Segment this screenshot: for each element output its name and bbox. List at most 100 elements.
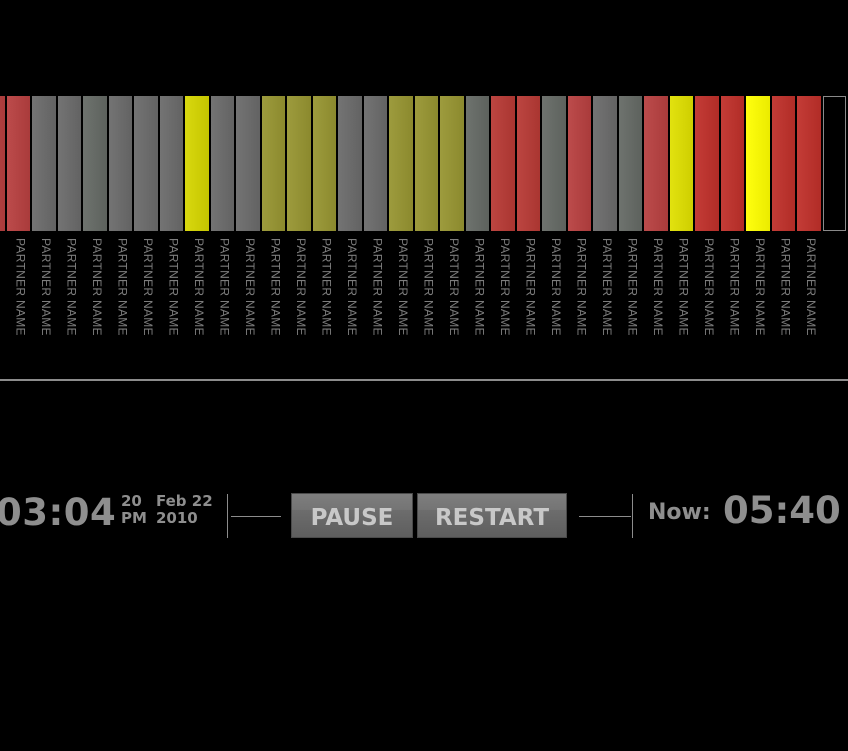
partner-status-bar[interactable] [159, 96, 183, 231]
partner-name-cell: PARTNER NAME [58, 238, 82, 356]
partner-name-cell: PARTNER NAME [287, 238, 311, 356]
month-year: Feb 22 2010 [156, 493, 213, 527]
partner-name-cell: PARTNER NAME [389, 238, 413, 356]
partner-name-cell: PARTNER NAME [542, 238, 566, 356]
partner-name-cell: PARTNER NAME [797, 238, 821, 356]
partner-status-bar[interactable] [287, 96, 311, 231]
partner-name-label: PARTNER NAME [268, 238, 283, 336]
partner-name-label: PARTNER NAME [625, 238, 640, 336]
partner-status-bar[interactable] [720, 96, 744, 231]
partner-status-bar[interactable] [669, 96, 693, 231]
left-separator [227, 494, 228, 538]
partner-status-bar[interactable] [32, 96, 56, 231]
now-label: Now: [648, 500, 711, 525]
partner-status-bar[interactable] [695, 96, 719, 231]
partner-status-bar[interactable] [389, 96, 413, 231]
partner-status-bar[interactable] [516, 96, 540, 231]
partner-status-bar[interactable] [0, 96, 5, 231]
playback-time: 03:04 [0, 491, 117, 534]
partner-name-label: PARTNER NAME [396, 238, 410, 336]
partner-name-label: PARTNER NAME [447, 238, 461, 336]
partner-status-bar[interactable] [210, 96, 234, 231]
partner-name-label: PARTNER NAME [217, 238, 232, 336]
partner-status-bar[interactable] [644, 96, 668, 231]
partner-status-bar[interactable] [261, 96, 285, 231]
playback-year: 2010 [156, 509, 198, 527]
partner-status-bar[interactable] [134, 96, 158, 231]
playback-seconds: 20 [121, 492, 142, 510]
partner-name-label: PARTNER NAME [294, 238, 308, 336]
partner-status-bar[interactable] [567, 96, 591, 231]
partner-status-bar[interactable] [6, 96, 30, 231]
partner-name-cell: PARTNER NAME [695, 238, 719, 356]
partner-name-label: PARTNER NAME [13, 238, 28, 336]
partner-name-cell: PARTNER NAME [517, 238, 541, 356]
partner-name-label: PARTNER NAME [523, 238, 538, 336]
partner-status-bar[interactable] [338, 96, 362, 231]
partner-name-label: PARTNER NAME [90, 238, 104, 336]
partner-name-label: PARTNER NAME [498, 238, 512, 336]
partner-name-label: PARTNER NAME [370, 238, 385, 336]
partner-name-label: PARTNER NAME [600, 238, 614, 336]
partner-status-bar[interactable] [236, 96, 260, 231]
partner-status-bar[interactable] [593, 96, 617, 231]
partner-name-cell: PARTNER NAME [670, 238, 694, 356]
partner-name-cell: PARTNER NAME [440, 238, 464, 356]
partner-status-bar[interactable] [542, 96, 566, 231]
partner-name-label: PARTNER NAME [192, 238, 206, 336]
partner-name-cell: PARTNER NAME [7, 238, 31, 356]
partner-name-cell: PARTNER NAME [772, 238, 796, 356]
partner-name-cell: PARTNER NAME [644, 238, 668, 356]
pause-button[interactable]: PAUSE [291, 493, 413, 538]
partner-name-cell: PARTNER NAME [364, 238, 388, 356]
partner-status-bar[interactable] [185, 96, 209, 231]
partner-name-cell: PARTNER NAME [32, 238, 56, 356]
playback-month-day: Feb 22 [156, 492, 213, 510]
partner-name-row: PARTNER NAME PARTNER NAME PARTNER NAME PART… [0, 238, 846, 356]
partner-name-cell: PARTNER NAME [338, 238, 362, 356]
partner-name-cell: PARTNER NAME [746, 238, 770, 356]
partner-name-cell: PARTNER NAME [134, 238, 158, 356]
partner-name-cell [823, 238, 847, 356]
partner-name-cell: PARTNER NAME [262, 238, 286, 356]
partner-status-bar[interactable] [108, 96, 132, 231]
partner-status-bar[interactable] [312, 96, 336, 231]
partner-name-label: PARTNER NAME [676, 238, 691, 336]
now-time: 05:40 [723, 489, 841, 532]
partner-name-cell: PARTNER NAME [0, 238, 5, 356]
partner-name-cell: PARTNER NAME [568, 238, 592, 356]
partner-name-label: PARTNER NAME [0, 238, 2, 336]
left-connector-line [231, 516, 281, 517]
partner-name-label: PARTNER NAME [753, 238, 767, 336]
partner-name-cell: PARTNER NAME [593, 238, 617, 356]
partner-name-cell: PARTNER NAME [160, 238, 184, 356]
partner-status-bar[interactable] [491, 96, 515, 231]
partner-name-label: PARTNER NAME [166, 238, 181, 336]
partner-status-bar[interactable] [822, 96, 846, 231]
partner-status-bar[interactable] [414, 96, 438, 231]
partner-name-cell: PARTNER NAME [415, 238, 439, 356]
partner-name-cell: PARTNER NAME [109, 238, 133, 356]
restart-button[interactable]: RESTART [417, 493, 567, 538]
partner-status-bar[interactable] [83, 96, 107, 231]
partner-status-bar[interactable] [363, 96, 387, 231]
seconds-ampm: 20 PM [121, 493, 147, 527]
playback-ampm: PM [121, 509, 147, 527]
partner-status-bar[interactable] [797, 96, 821, 231]
partner-status-bar[interactable] [618, 96, 642, 231]
partner-status-bar[interactable] [771, 96, 795, 231]
partner-name-label: PARTNER NAME [421, 238, 436, 336]
partner-status-bar[interactable] [746, 96, 770, 231]
partner-status-bar[interactable] [440, 96, 464, 231]
partner-name-label: PARTNER NAME [319, 238, 334, 336]
partner-name-cell: PARTNER NAME [236, 238, 260, 356]
partner-name-label: PARTNER NAME [804, 238, 818, 336]
partner-name-label: PARTNER NAME [345, 238, 359, 336]
partner-status-bar[interactable] [465, 96, 489, 231]
partner-name-cell: PARTNER NAME [185, 238, 209, 356]
partner-name-cell: PARTNER NAME [721, 238, 745, 356]
partner-status-bar[interactable] [57, 96, 81, 231]
partner-name-label: PARTNER NAME [243, 238, 257, 336]
status-board: PARTNER NAME PARTNER NAME PARTNER NAME PART… [0, 0, 848, 751]
partner-bar-row [0, 96, 846, 231]
